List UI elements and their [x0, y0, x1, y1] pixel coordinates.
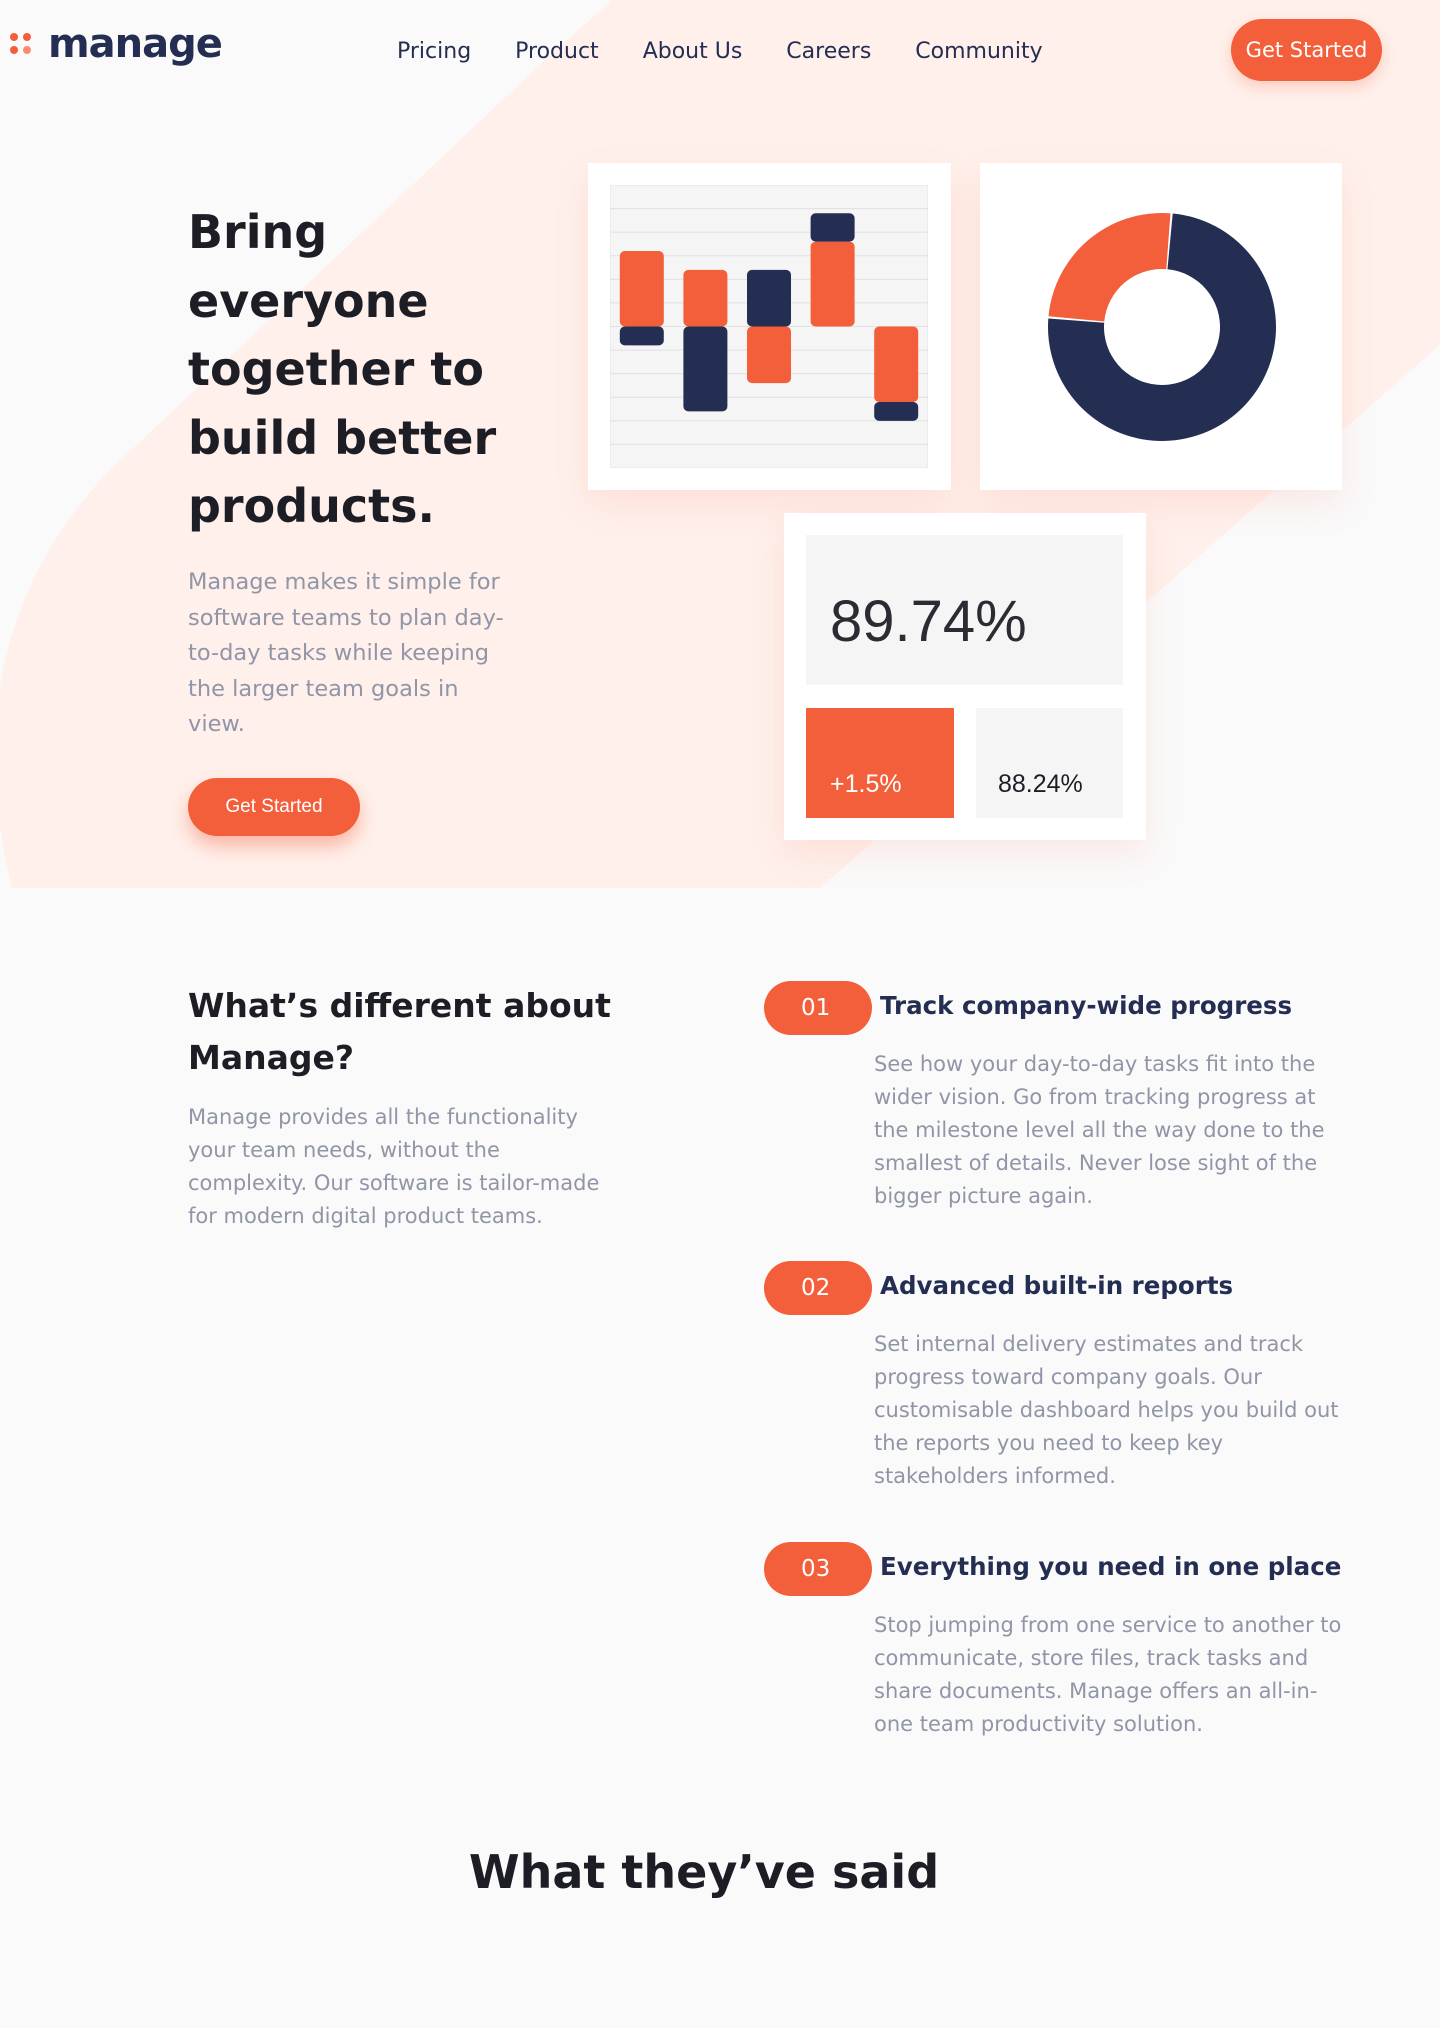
nav-link-community[interactable]: Community — [915, 34, 1042, 70]
hero-description: Manage makes it simple for software team… — [188, 569, 504, 737]
nav-link-careers[interactable]: Careers — [786, 34, 871, 70]
donut-chart-card — [980, 163, 1342, 490]
feature-title: Track company-wide progress — [880, 991, 1293, 1020]
hero-title: Bring everyone together to build better … — [188, 205, 497, 533]
nav-link-about-us[interactable]: About Us — [643, 34, 743, 70]
four-dot-logo-icon — [10, 31, 36, 57]
stat-main-tile: 89.74% — [806, 535, 1123, 685]
bar-segment — [810, 213, 855, 242]
feature-description: Set internal delivery estimates and trac… — [874, 1332, 1339, 1488]
hero-get-started-button[interactable]: Get Started — [188, 778, 360, 836]
feature-number-badge: 03 — [764, 1542, 872, 1596]
brand-name: manage — [48, 21, 223, 67]
nav-link-pricing[interactable]: Pricing — [397, 34, 471, 70]
bar-segment — [810, 241, 855, 327]
stat-secondary-value: 88.24% — [998, 770, 1083, 798]
stats-card: 89.74% +1.5% 88.24% — [784, 513, 1146, 840]
stat-main-value: 89.74% — [830, 589, 1027, 654]
bar-chart-card — [588, 163, 951, 490]
section-different-description: Manage provides all the functionality yo… — [188, 1105, 600, 1228]
feature-number-badge: 02 — [764, 1261, 872, 1315]
bar-segment — [747, 326, 791, 384]
feature-number-badge: 01 — [764, 981, 872, 1035]
feature-description: See how your day-to-day tasks fit into t… — [874, 1052, 1325, 1208]
bar-chart — [610, 185, 928, 468]
bar-segment — [683, 326, 728, 412]
bar-segment — [874, 401, 919, 421]
testimonials-title: What they’ve said — [468, 1845, 940, 1899]
feature-description: Stop jumping from one service to another… — [874, 1613, 1342, 1736]
section-different-title: What’s different about Manage? — [188, 986, 611, 1077]
donut-chart — [1048, 213, 1276, 441]
bar-segment — [619, 326, 664, 346]
bar-segment — [619, 251, 664, 327]
top-navigation: manage Pricing Product About Us Careers … — [0, 0, 1440, 100]
feature-title: Everything you need in one place — [880, 1552, 1342, 1581]
nav-link-product[interactable]: Product — [515, 34, 599, 70]
nav-get-started-button[interactable]: Get Started — [1231, 19, 1382, 81]
bar-segment — [747, 269, 791, 327]
stat-secondary-tile: 88.24% — [976, 708, 1123, 818]
donut-slice — [1048, 213, 1171, 322]
brand-logo[interactable]: manage — [10, 20, 223, 68]
bar-segment — [874, 326, 919, 402]
feature-title: Advanced built-in reports — [880, 1271, 1234, 1300]
nav-links: Pricing Product About Us Careers Communi… — [397, 34, 1043, 70]
stat-delta-tile: +1.5% — [806, 708, 954, 818]
stat-delta-value: +1.5% — [830, 770, 902, 798]
bar-segment — [683, 269, 728, 327]
